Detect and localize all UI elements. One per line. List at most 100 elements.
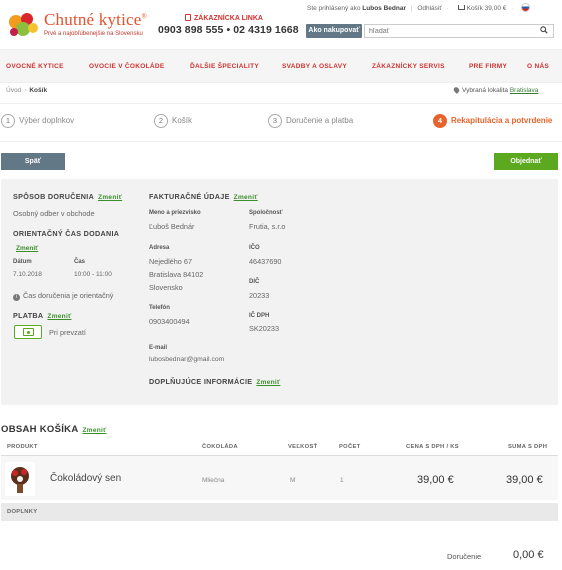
address-line-3: Slovensko <box>149 283 183 292</box>
dic-label: DIČ <box>249 279 260 285</box>
step-1[interactable]: 1 Výber doplnkov <box>1 114 74 128</box>
breadcrumb: Úvod › Košík <box>6 87 47 94</box>
location-label: Vybraná lokalita <box>462 87 509 94</box>
step-label: Výber doplnkov <box>19 116 75 126</box>
language-flag-icon[interactable] <box>521 3 531 12</box>
col-total: SUMA S DPH <box>508 444 548 450</box>
delivery-time-heading: ORIENTAČNÝ ČAS DODANIA <box>13 229 120 238</box>
delivery-method-value: Osobný odber v obchode <box>13 209 95 218</box>
product-total: 39,00 € <box>506 474 543 486</box>
back-button[interactable]: Späť <box>1 153 65 170</box>
ico-value: 46437690 <box>249 257 282 266</box>
company-label: Spoločnosť <box>249 210 283 216</box>
product-count: 1 <box>340 477 344 484</box>
info-icon: i <box>13 294 20 301</box>
location-city-link[interactable]: Bratislava <box>510 87 539 94</box>
addons-section: DOPLNKY <box>1 503 558 521</box>
icdph-label: IČ DPH <box>249 313 270 319</box>
order-button[interactable]: Objednať <box>494 153 558 170</box>
step-3[interactable]: 3 Doručenie a platba <box>268 114 353 128</box>
hotline-label: ZÁKAZNÍCKA LINKA <box>185 14 263 22</box>
step-label: Košík <box>172 116 193 126</box>
divider <box>0 103 562 104</box>
step-number: 4 <box>433 114 447 128</box>
location-pin-icon <box>452 86 461 94</box>
nav-item-chocolate-fruit[interactable]: OVOCIE V ČOKOLÁDE <box>89 63 165 70</box>
step-number: 1 <box>1 114 15 128</box>
search-icon[interactable] <box>540 26 548 34</box>
address-label: Adresa <box>149 245 170 251</box>
col-product: PRODUKT <box>7 444 38 450</box>
hotline-number[interactable]: 0903 898 555 • 02 4319 1668 <box>158 24 299 36</box>
extra-info-heading: DOPLŇUJÚCE INFORMÁCIE Zmeniť <box>149 377 281 386</box>
product-image[interactable] <box>5 462 35 496</box>
company-value: Frutia, s.r.o <box>249 222 286 231</box>
ico-label: IČO <box>249 245 260 251</box>
edit-time-link[interactable]: Zmeniť <box>16 245 38 252</box>
col-size: VEĽKOSŤ <box>288 444 318 450</box>
date-label: Dátum <box>13 259 32 265</box>
step-number: 3 <box>268 114 282 128</box>
logo-fruit-icon <box>9 13 38 36</box>
cart-heading: OBSAH KOŠÍKA Zmeniť <box>1 424 107 435</box>
logout-link[interactable]: Odhlásiť <box>417 5 441 12</box>
nav-item-companies[interactable]: PRE FIRMY <box>469 63 507 70</box>
dic-value: 20233 <box>249 291 270 300</box>
icdph-value: SK20233 <box>249 324 280 333</box>
cart-icon[interactable] <box>457 5 465 10</box>
step-2[interactable]: 2 Košík <box>154 114 192 128</box>
product-name[interactable]: Čokoládový sen <box>50 473 121 484</box>
delivery-method-heading: SPÔSOB DORUČENIA Zmeniť <box>13 192 123 201</box>
chevron-right-icon: › <box>24 87 27 94</box>
logo-tagline: Prvé a najobľúbenejšie na Slovensku <box>44 31 143 37</box>
step-number: 2 <box>154 114 168 128</box>
address-line-1: Nejedlého 67 <box>149 257 193 266</box>
delivery-cost-label: Doručenie <box>447 552 482 561</box>
breadcrumb-current: Košík <box>29 87 48 94</box>
delivery-cost-value: 0,00 € <box>513 549 544 561</box>
name-value: Ľuboš Bednár <box>149 222 195 231</box>
col-chocolate: ČOKOLÁDA <box>202 444 238 450</box>
product-unit-price: 39,00 € <box>417 474 454 486</box>
selected-location: Vybraná lokalita Bratislava <box>452 86 539 94</box>
phone-icon <box>185 14 191 21</box>
address-line-2: Bratislava 84102 <box>149 270 204 279</box>
product-chocolate: Mliečna <box>202 477 225 484</box>
product-size: M <box>290 477 296 484</box>
nav-item-about[interactable]: O NÁS <box>527 63 549 70</box>
edit-payment-link[interactable]: Zmeniť <box>47 313 71 320</box>
user-bar: Ste prihlásený ako Lubos Bednar | Odhlás… <box>307 3 531 12</box>
billing-heading: FAKTURAČNÉ ÚDAJE Zmeniť <box>149 192 258 201</box>
time-value: 10:00 - 11:00 <box>74 271 112 278</box>
col-count: POČET <box>339 444 361 450</box>
col-unit-price: CENA S DPH / KS <box>406 444 459 450</box>
how-to-shop-button[interactable]: Ako nakupovať <box>306 24 362 38</box>
phone-label: Telefón <box>149 305 170 311</box>
phone-value: 0903400494 <box>149 317 190 326</box>
cash-payment-icon <box>14 325 42 339</box>
step-4-active: 4 Rekapitulácia a potvrdenie <box>433 114 552 128</box>
cart-link[interactable]: Košík 39,00 € <box>467 5 507 12</box>
breadcrumb-home[interactable]: Úvod <box>6 87 21 94</box>
edit-extra-info-link[interactable]: Zmeniť <box>256 379 280 386</box>
name-label: Meno a priezvisko <box>149 210 201 216</box>
edit-delivery-link[interactable]: Zmeniť <box>98 194 122 201</box>
payment-heading: PLATBA Zmeniť <box>13 311 72 320</box>
date-value: 7.10.2018 <box>13 271 42 278</box>
nav-item-specialities[interactable]: ĎALŠIE ŠPECIALITY <box>190 63 259 70</box>
edit-billing-link[interactable]: Zmeniť <box>234 194 258 201</box>
logged-in-prefix: Ste prihlásený ako <box>307 5 361 12</box>
logo-name[interactable]: Chutné kytice® <box>44 10 147 30</box>
time-label: Čas <box>74 259 86 265</box>
email-value: lubosbednar@gmail.com <box>149 356 225 363</box>
step-label: Rekapitulácia a potvrdenie <box>451 116 553 126</box>
nav-item-weddings[interactable]: SVADBY A OSLAVY <box>282 63 347 70</box>
search-input[interactable] <box>364 24 554 38</box>
nav-item-fruit-bouquets[interactable]: OVOCNÉ KYTICE <box>6 63 64 70</box>
time-note: i Čas doručenia je orientačný <box>13 291 113 301</box>
user-name[interactable]: Lubos Bednar <box>362 5 406 12</box>
nav-item-customer-service[interactable]: ZÁKAZNÍCKY SERVIS <box>372 63 445 70</box>
edit-cart-link[interactable]: Zmeniť <box>83 427 107 434</box>
step-label: Doručenie a platba <box>286 116 354 126</box>
payment-value: Pri prevzatí <box>49 328 86 337</box>
